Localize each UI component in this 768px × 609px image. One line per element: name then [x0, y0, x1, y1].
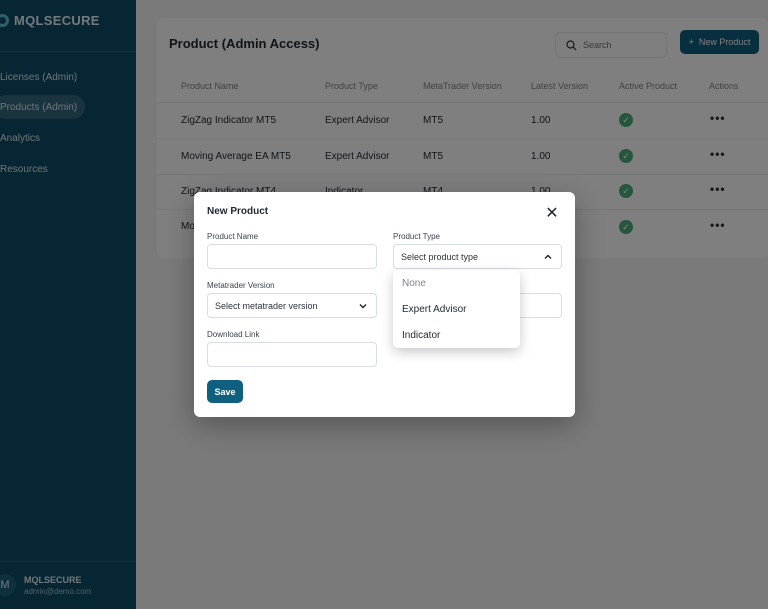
- dropdown-option-indicator[interactable]: Indicator: [402, 330, 440, 341]
- dropdown-option-expert-advisor[interactable]: Expert Advisor: [402, 304, 466, 315]
- product-type-label: Product Type: [393, 232, 440, 241]
- metatrader-version-label: Metatrader Version: [207, 281, 275, 290]
- product-type-select[interactable]: Select product type: [393, 244, 562, 269]
- product-type-value: Select product type: [401, 251, 479, 262]
- metatrader-version-select[interactable]: Select metatrader version: [207, 293, 377, 318]
- download-link-input[interactable]: [207, 342, 377, 367]
- product-name-input[interactable]: [207, 244, 377, 269]
- save-button[interactable]: Save: [207, 380, 243, 403]
- product-type-dropdown: None Expert Advisor Indicator: [393, 270, 520, 348]
- chevron-up-icon: [544, 254, 552, 259]
- download-link-label: Download Link: [207, 330, 260, 339]
- dialog-title: New Product: [207, 206, 269, 217]
- metatrader-version-value: Select metatrader version: [215, 300, 318, 311]
- close-icon[interactable]: ✕: [544, 206, 560, 222]
- product-name-label: Product Name: [207, 232, 259, 241]
- dropdown-option-none[interactable]: None: [402, 278, 426, 289]
- chevron-down-icon: [359, 303, 367, 308]
